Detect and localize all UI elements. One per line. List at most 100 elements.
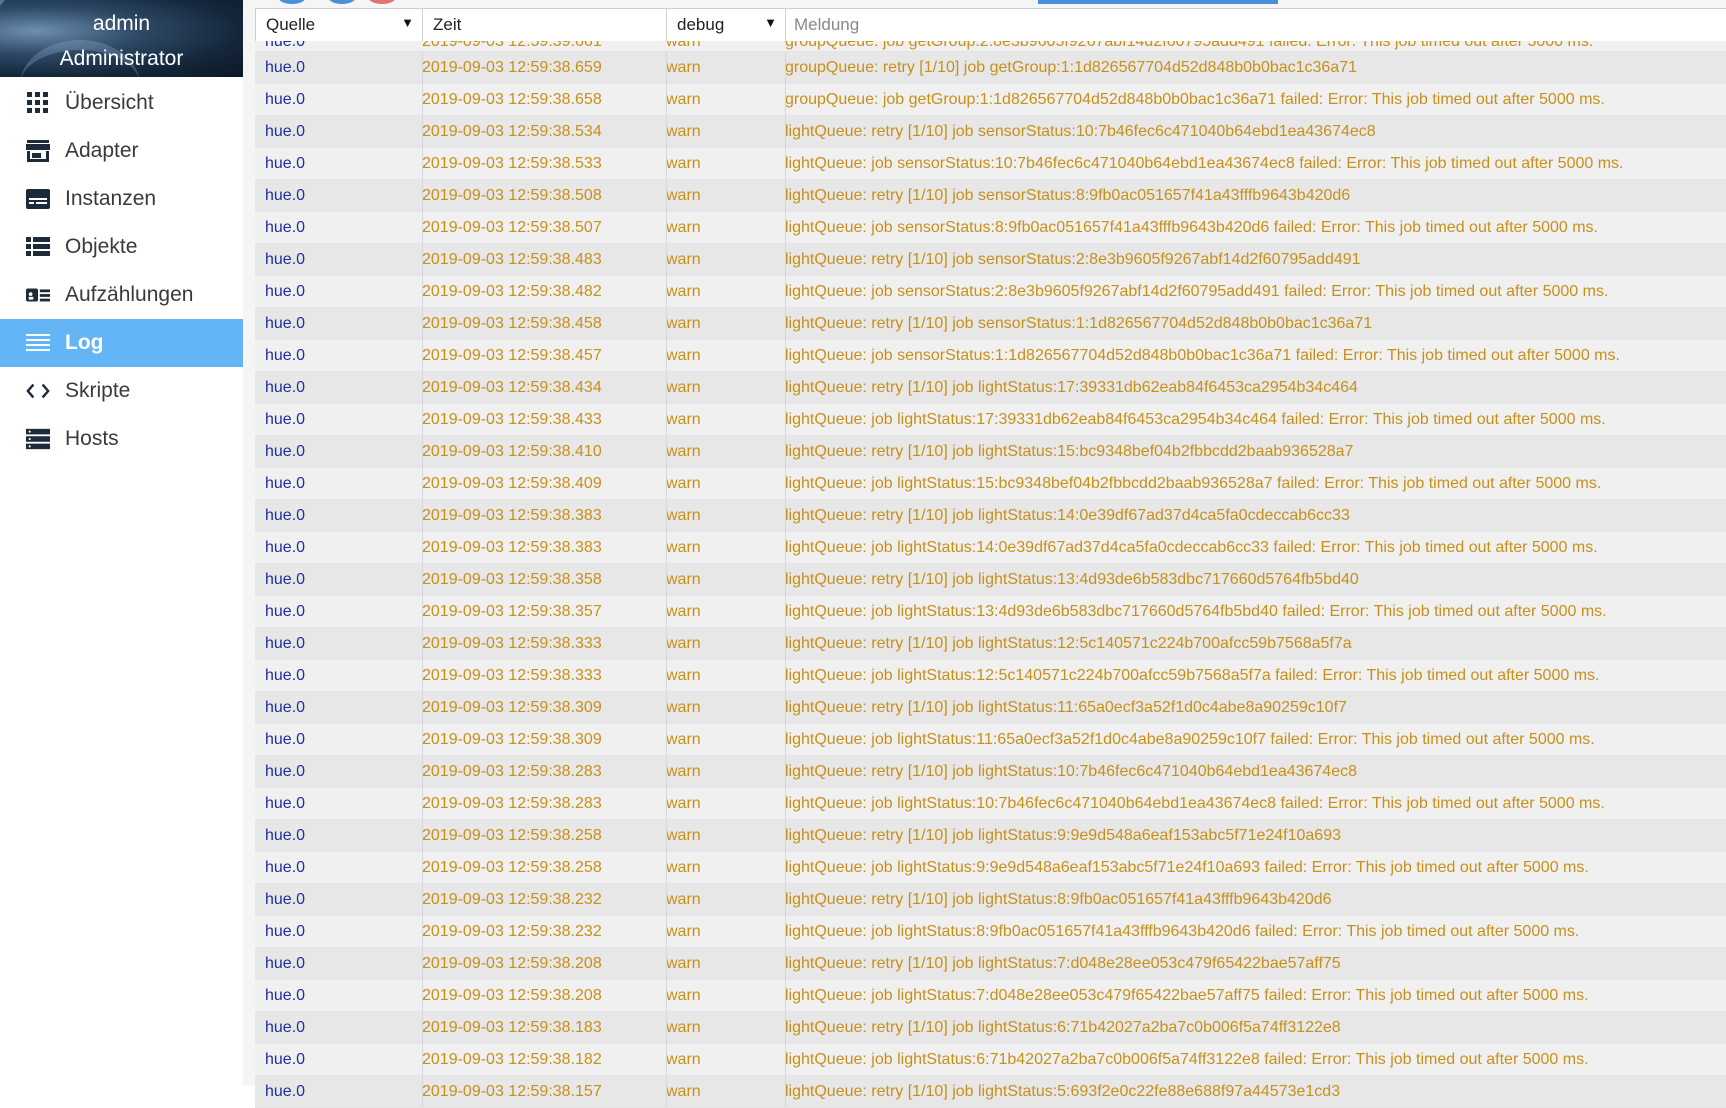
column-divider (666, 852, 667, 883)
log-source: hue.0 (265, 891, 306, 908)
column-divider (422, 948, 423, 979)
sidebar-item-objekte[interactable]: Objekte (0, 223, 243, 271)
log-time: 2019-09-03 12:59:38.658 (422, 91, 602, 108)
table-row: hue.0 2019-09-03 12:59:38.182 warn lightQue… (255, 1044, 1726, 1076)
log-severity: warn (666, 1051, 701, 1068)
log-source: hue.0 (265, 987, 306, 1004)
level-filter-select[interactable]: debug ▼ (667, 9, 786, 41)
log-severity: warn (666, 219, 701, 236)
log-message: groupQueue: retry [1/10] job getGroup:1:… (785, 59, 1358, 76)
log-source: hue.0 (265, 123, 306, 140)
log-source: hue.0 (265, 411, 306, 428)
log-message: lightQueue: retry [1/10] job lightStatus… (785, 1083, 1341, 1100)
sidebar-item-label: Log (65, 331, 104, 354)
log-message: lightQueue: job sensorStatus:8:9fb0ac051… (785, 219, 1598, 236)
log-message: groupQueue: job getGroup:1:1d826567704d5… (785, 91, 1605, 108)
sidebar-item-label: Aufzählungen (65, 283, 194, 306)
sidebar-item-adapter[interactable]: Adapter (0, 127, 243, 175)
log-source: hue.0 (265, 827, 306, 844)
log-table: hue.0 2019-09-03 12:59:39.661 warn group… (255, 41, 1726, 1108)
table-row: hue.0 2019-09-03 12:59:38.508 warn lightQue… (255, 180, 1726, 212)
column-divider (785, 724, 786, 755)
column-divider (666, 724, 667, 755)
time-filter-field[interactable]: Zeit (423, 9, 667, 41)
log-message: lightQueue: retry [1/10] job lightStatus… (785, 763, 1357, 780)
column-divider (785, 436, 786, 467)
column-divider (785, 372, 786, 403)
log-severity: warn (666, 251, 701, 268)
log-source: hue.0 (265, 315, 306, 332)
log-time: 2019-09-03 12:59:39.661 (422, 41, 602, 50)
log-severity: warn (666, 91, 701, 108)
log-severity: warn (666, 443, 701, 460)
log-message: lightQueue: job lightStatus:11:65a0ecf3a… (785, 731, 1595, 748)
log-source: hue.0 (265, 187, 306, 204)
column-divider (422, 788, 423, 819)
log-time: 2019-09-03 12:59:38.182 (422, 1051, 602, 1068)
log-time: 2019-09-03 12:59:38.357 (422, 603, 602, 620)
sidebar-item-skripte[interactable]: Skripte (0, 367, 243, 415)
log-time: 2019-09-03 12:59:38.309 (422, 731, 602, 748)
source-filter-select[interactable]: Quelle ▼ (256, 9, 423, 41)
column-divider (785, 788, 786, 819)
column-divider (422, 1076, 423, 1107)
toolbar-button-edge[interactable] (368, 0, 396, 4)
column-divider (785, 404, 786, 435)
table-row: hue.0 2019-09-03 12:59:38.283 warn lightQue… (255, 756, 1726, 788)
log-severity: warn (666, 891, 701, 908)
toolbar-button-edge[interactable] (278, 0, 306, 4)
sidebar-item-aufzaehlungen[interactable]: Aufzählungen (0, 271, 243, 319)
log-source: hue.0 (265, 443, 306, 460)
column-divider (785, 1012, 786, 1043)
log-severity: warn (666, 41, 701, 50)
column-divider (422, 340, 423, 371)
log-message: lightQueue: retry [1/10] job lightStatus… (785, 699, 1347, 716)
table-row: hue.0 2019-09-03 12:59:38.309 warn lightQue… (255, 692, 1726, 724)
table-row: hue.0 2019-09-03 12:59:38.358 warn lightQue… (255, 564, 1726, 596)
sidebar-item-uebersicht[interactable]: Übersicht (0, 79, 243, 127)
log-time: 2019-09-03 12:59:38.433 (422, 411, 602, 428)
table-row: hue.0 2019-09-03 12:59:38.258 warn lightQue… (255, 820, 1726, 852)
log-source: hue.0 (265, 507, 306, 524)
table-row: hue.0 2019-09-03 12:59:38.409 warn lightQue… (255, 468, 1726, 500)
log-message: lightQueue: retry [1/10] job lightStatus… (785, 635, 1352, 652)
log-time: 2019-09-03 12:59:38.483 (422, 251, 602, 268)
log-message: lightQueue: retry [1/10] job lightStatus… (785, 827, 1341, 844)
column-divider (785, 340, 786, 371)
column-divider (422, 660, 423, 691)
column-divider (666, 884, 667, 915)
column-divider (666, 84, 667, 115)
toolbar-remnant (243, 0, 1726, 8)
message-filter-input[interactable] (792, 14, 1643, 36)
sidebar-item-log[interactable]: Log (0, 319, 243, 367)
log-severity: warn (666, 955, 701, 972)
sidebar-item-label: Adapter (65, 139, 139, 162)
column-divider (422, 244, 423, 275)
hosts-icon (26, 428, 50, 450)
table-row: hue.0 2019-09-03 12:59:38.232 warn lightQue… (255, 884, 1726, 916)
column-divider (785, 468, 786, 499)
log-message: lightQueue: job sensorStatus:2:8e3b9605f… (785, 283, 1609, 300)
table-row: hue.0 2019-09-03 12:59:38.482 warn lightQue… (255, 276, 1726, 308)
table-row: hue.0 2019-09-03 12:59:38.183 warn lightQue… (255, 1012, 1726, 1044)
column-divider (422, 180, 423, 211)
column-divider (422, 532, 423, 563)
log-message: lightQueue: job sensorStatus:1:1d8265677… (785, 347, 1620, 364)
column-divider (422, 564, 423, 595)
log-severity: warn (666, 283, 701, 300)
log-time: 2019-09-03 12:59:38.333 (422, 635, 602, 652)
column-divider (785, 756, 786, 787)
column-divider (422, 596, 423, 627)
toolbar-button-edge[interactable] (328, 0, 356, 4)
log-source: hue.0 (265, 379, 306, 396)
log-severity: warn (666, 1019, 701, 1036)
table-row: hue.0 2019-09-03 12:59:38.534 warn lightQue… (255, 116, 1726, 148)
sidebar-item-instanzen[interactable]: Instanzen (0, 175, 243, 223)
table-row: hue.0 2019-09-03 12:59:38.458 warn lightQue… (255, 308, 1726, 340)
log-message: lightQueue: job lightStatus:14:0e39df67a… (785, 539, 1598, 556)
log-severity: warn (666, 795, 701, 812)
sidebar-item-hosts[interactable]: Hosts (0, 415, 243, 463)
log-time: 2019-09-03 12:59:38.283 (422, 763, 602, 780)
column-divider (785, 276, 786, 307)
lines-icon (26, 332, 50, 354)
